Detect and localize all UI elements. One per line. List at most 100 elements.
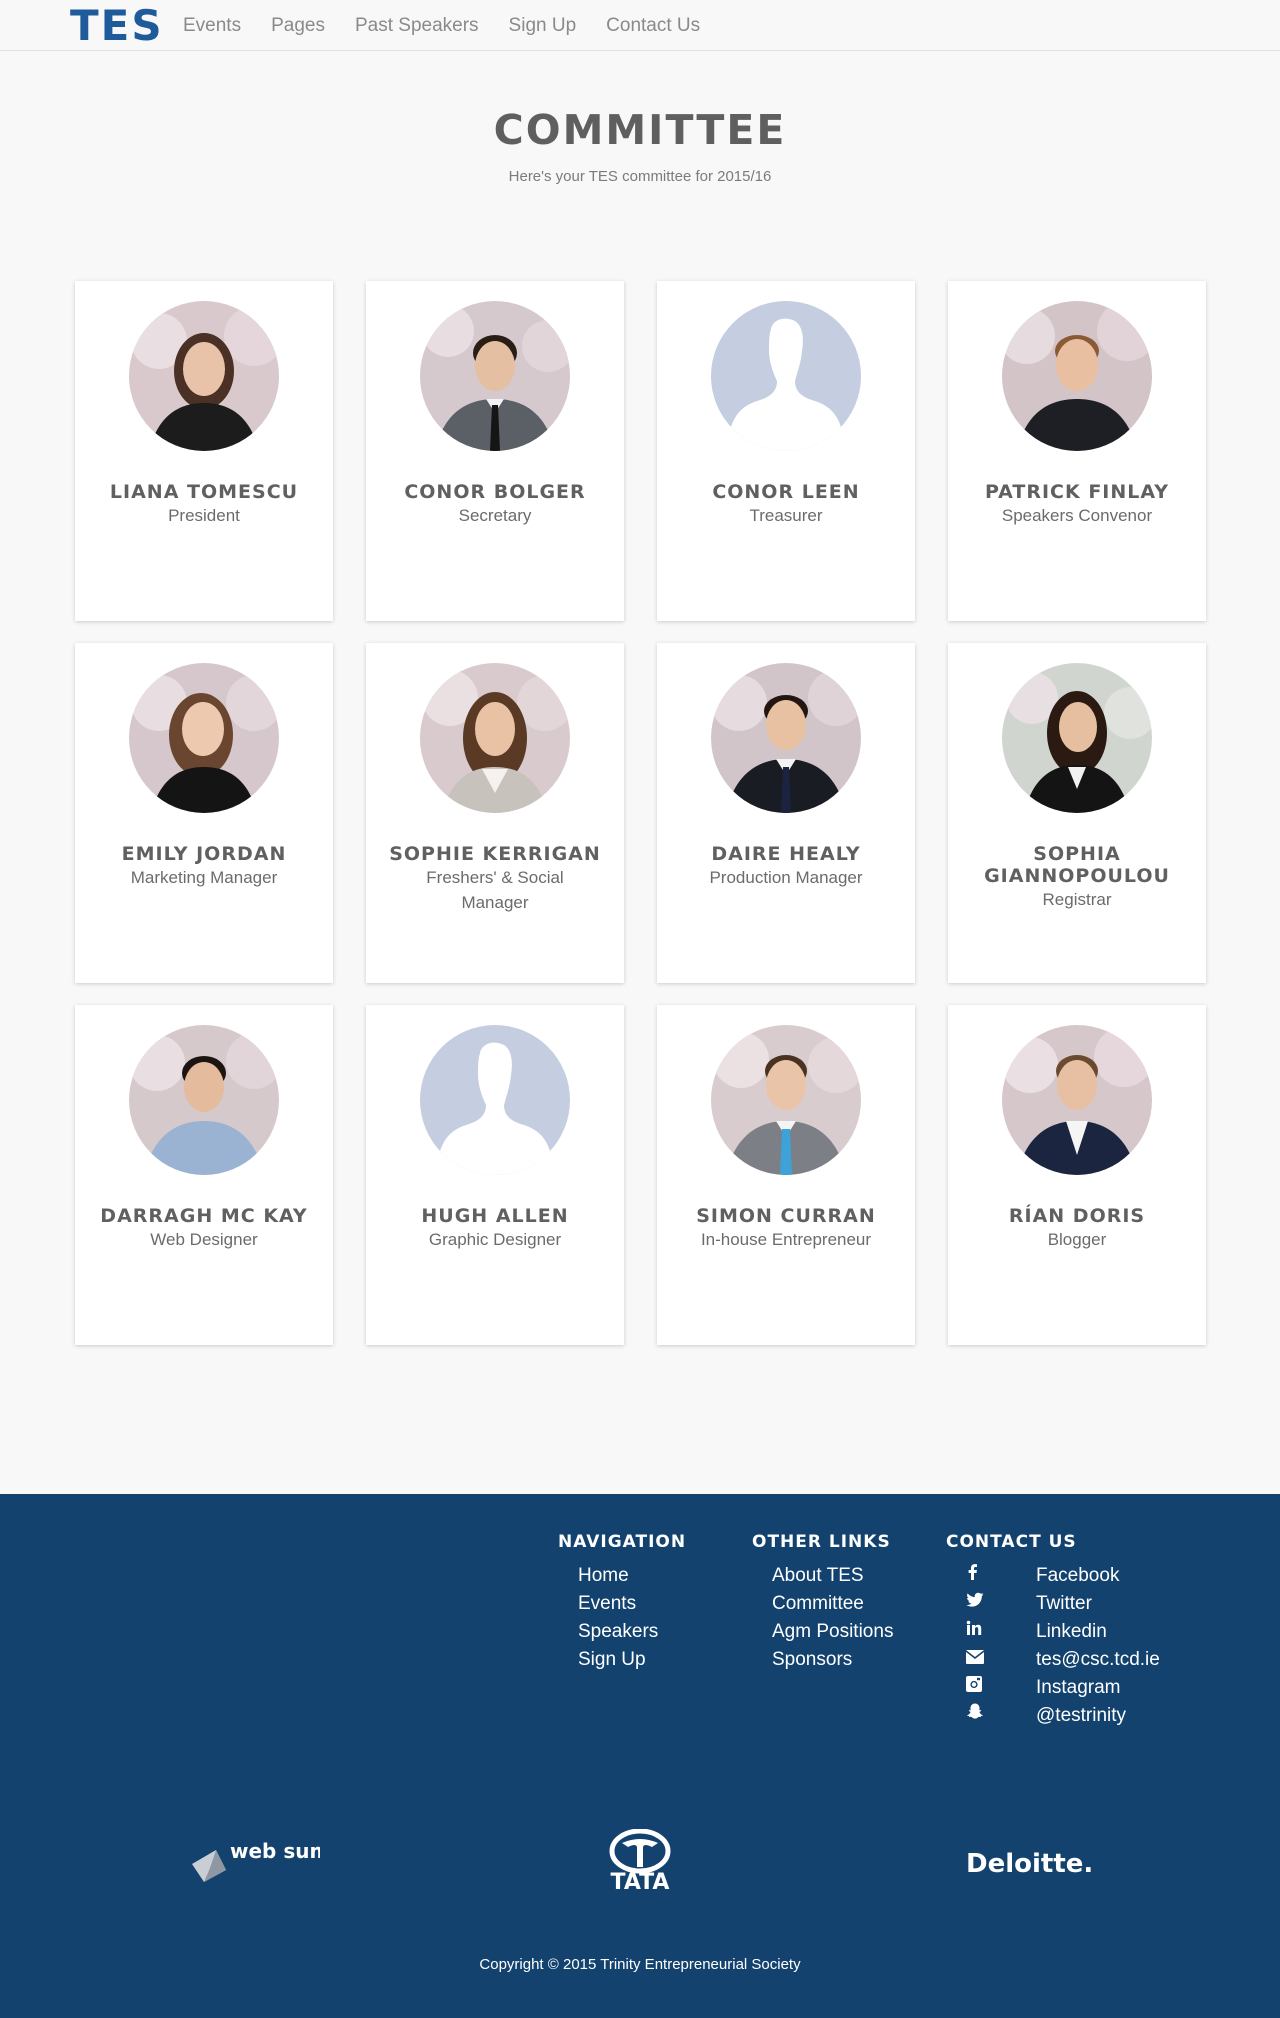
snapchat-icon [966,1702,1036,1730]
svg-text:web summit: web summit [230,1839,320,1863]
deloitte-logo[interactable]: Deloitte. [966,1846,1096,1885]
contact-email[interactable]: tes@csc.tcd.ie [965,1646,1160,1674]
member-photo [420,301,570,451]
contact-label: Instagram [1036,1677,1121,1698]
footer-link-committee[interactable]: Committee [772,1590,893,1618]
member-card: Darragh Mc Kay Web Designer [75,1005,333,1345]
page-subtitle: Here's your TES committee for 2015/16 [508,168,772,185]
member-photo [711,663,861,813]
contact-twitter[interactable]: Twitter [966,1590,1160,1618]
footer-link-sponsors[interactable]: Sponsors [772,1646,893,1674]
contact-label: Linkedin [1036,1621,1107,1642]
member-photo [129,301,279,451]
page-title: COMMITTEE [493,106,787,154]
member-card: Rían Doris Blogger [948,1005,1206,1345]
member-role: President [168,506,240,525]
copyright: Copyright © 2015 Trinity Entrepreneurial… [479,1956,801,1973]
member-name: Hugh Allen [421,1205,569,1227]
nav-links: Events Pages Past Speakers Sign Up Conta… [183,0,730,51]
websummit-logo[interactable]: web summit [190,1834,368,1891]
footer-contact: CONTACT US Facebook Twitter Linkedin tes… [946,1532,1160,1730]
footer-link-speakers[interactable]: Speakers [578,1618,686,1646]
member-card: Patrick Finlay Speakers Convenor [948,281,1206,621]
facebook-icon [966,1562,1036,1590]
footer-link-home[interactable]: Home [578,1562,686,1590]
member-photo [129,1025,279,1175]
footer-link-agm-positions[interactable]: Agm Positions [772,1618,893,1646]
member-role: Graphic Designer [428,1230,562,1249]
instagram-icon [966,1674,1036,1702]
footer-link-events[interactable]: Events [578,1590,686,1618]
member-name: Sophia Giannopoulou [984,843,1170,887]
member-name: Emily Jordan [121,843,287,865]
member-name: Daire Healy [711,843,861,865]
placeholder-avatar-icon [420,1025,570,1175]
contact-label: tes@csc.tcd.ie [1036,1649,1160,1670]
member-card: Liana Tomescu President [75,281,333,621]
footer-other-list: About TES Committee Agm Positions Sponso… [752,1562,893,1674]
member-role: Blogger [1047,1230,1107,1249]
placeholder-avatar-icon [711,301,861,451]
footer-heading: NAVIGATION [558,1532,687,1552]
member-photo [711,1025,861,1175]
member-card: Emily Jordan Marketing Manager [75,643,333,983]
member-role: Marketing Manager [130,868,278,887]
footer-contact-list: Facebook Twitter Linkedin tes@csc.tcd.ie… [946,1562,1160,1730]
contact-instagram[interactable]: Instagram [966,1674,1160,1702]
member-card: Conor Leen Treasurer [657,281,915,621]
nav-sign-up[interactable]: Sign Up [509,15,577,37]
footer-nav-list: Home Events Speakers Sign Up [558,1562,686,1674]
member-photo [1002,301,1152,451]
footer-other-links: OTHER LINKS About TES Committee Agm Posi… [752,1532,893,1674]
footer-heading: CONTACT US [946,1532,1077,1552]
member-photo [420,663,570,813]
nav-pages[interactable]: Pages [271,15,325,37]
contact-snapchat[interactable]: @testrinity [966,1702,1160,1730]
top-navbar: TES Events Pages Past Speakers Sign Up C… [0,0,1280,51]
svg-text:Deloitte.: Deloitte. [966,1849,1093,1879]
footer: NAVIGATION Home Events Speakers Sign Up … [0,1494,1280,2018]
member-photo [1002,1025,1152,1175]
svg-text:TATA: TATA [611,1870,670,1893]
footer-link-sign-up[interactable]: Sign Up [578,1646,686,1674]
member-role: Web Designer [150,1230,258,1249]
member-card: Daire Healy Production Manager [657,643,915,983]
member-name: Darragh Mc Kay [100,1205,308,1227]
footer-link-about-tes[interactable]: About TES [772,1562,893,1590]
nav-past-speakers[interactable]: Past Speakers [355,15,479,37]
contact-facebook[interactable]: Facebook [966,1562,1160,1590]
tata-logo[interactable]: TATA [600,1828,680,1898]
footer-heading: OTHER LINKS [752,1532,891,1552]
contact-label: Twitter [1036,1593,1092,1614]
member-name: Simon Curran [696,1205,876,1227]
member-photo [129,663,279,813]
svg-text:TES: TES [70,4,164,46]
member-name: Liana Tomescu [109,481,299,503]
member-role: In-house Entrepreneur [700,1230,872,1249]
committee-grid: Liana Tomescu President Conor Bolger Sec… [75,281,1207,1345]
member-role: Production Manager [709,868,863,887]
member-card: Hugh Allen Graphic Designer [366,1005,624,1345]
tes-logo[interactable]: TES [70,1,172,50]
member-name: Conor Bolger [404,481,586,503]
member-name: Conor Leen [712,481,860,503]
member-name: Rían Doris [1008,1205,1146,1227]
footer-navigation: NAVIGATION Home Events Speakers Sign Up [558,1532,686,1674]
nav-contact-us[interactable]: Contact Us [606,15,700,37]
member-role: Speakers Convenor [1001,506,1153,525]
member-card: Sophia Giannopoulou Registrar [948,643,1206,983]
member-photo [1002,663,1152,813]
contact-linkedin[interactable]: Linkedin [966,1618,1160,1646]
member-name: Patrick Finlay [984,481,1170,503]
member-card: Conor Bolger Secretary [366,281,624,621]
envelope-icon [965,1646,1036,1674]
linkedin-icon [966,1618,1036,1646]
member-role: Secretary [458,506,532,525]
nav-events[interactable]: Events [183,15,241,37]
twitter-icon [966,1590,1036,1618]
contact-label: @testrinity [1036,1705,1127,1726]
member-card: Sophie Kerrigan Freshers' & Social Manag… [366,643,624,983]
member-role: Freshers' & Social Manager [426,868,564,912]
member-name: Sophie Kerrigan [389,843,601,865]
member-card: Simon Curran In-house Entrepreneur [657,1005,915,1345]
